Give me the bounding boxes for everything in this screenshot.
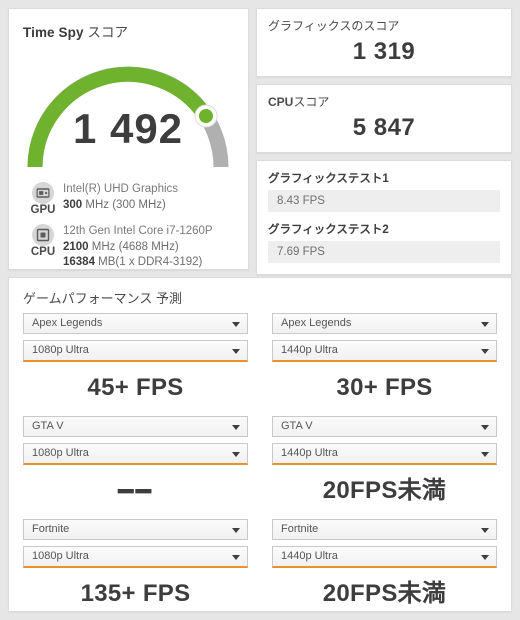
top-summary-area: Time Spy スコア 1 492 GPU Intel(R) UHD Grap…: [8, 8, 512, 275]
preset-select-5-value: 1440p Ultra: [281, 550, 338, 562]
game-cell-2: GTA V 1080p Ultra ━━: [23, 416, 248, 519]
cpu-clock-value: 2100: [63, 240, 89, 253]
game-select-4-value: Fortnite: [32, 523, 70, 535]
gpu-icon: [32, 182, 54, 204]
chevron-down-icon: [232, 424, 240, 430]
cpu-clock-rest: MHz (4688 MHz): [88, 240, 179, 253]
score-gauge: 1 492: [21, 47, 235, 175]
game-cell-5: Fortnite 1440p Ultra 20FPS未満: [272, 519, 497, 620]
chevron-down-icon: [232, 451, 240, 457]
gpu-label: GPU: [30, 204, 56, 216]
game-select-1-value: Apex Legends: [281, 317, 352, 329]
memory-info: 16384 MB(1 x DDR4-3192): [63, 255, 213, 271]
game-select-0-value: Apex Legends: [32, 317, 103, 329]
graphics-score-value: 1 319: [352, 38, 416, 65]
preset-select-0-value: 1080p Ultra: [32, 344, 89, 356]
cpu-spec-text: 12th Gen Intel Core i7-1260P 2100 MHz (4…: [63, 223, 213, 271]
preset-select-2-value: 1080p Ultra: [32, 447, 89, 459]
fps-result-3: 20FPS未満: [322, 477, 447, 504]
gpu-spec-row: GPU Intel(R) UHD Graphics 300 MHz (300 M…: [23, 181, 234, 217]
score-card-title: Time Spy スコア: [23, 21, 234, 41]
preset-select-3[interactable]: 1440p Ultra: [272, 443, 497, 465]
game-select-2-value: GTA V: [32, 420, 64, 432]
total-score-value: 1 492: [72, 105, 184, 152]
game-select-0[interactable]: Apex Legends: [23, 313, 248, 334]
chevron-down-icon: [481, 424, 489, 430]
memory-rest: MB(1 x DDR4-3192): [94, 256, 203, 268]
system-specs: GPU Intel(R) UHD Graphics 300 MHz (300 M…: [23, 181, 234, 271]
preset-select-1-value: 1440p Ultra: [281, 344, 338, 356]
graphics-test-2-label: グラフィックステスト2: [268, 224, 389, 236]
chevron-down-icon: [232, 348, 240, 354]
fps-result-1: 30+ FPS: [336, 374, 433, 401]
score-card-title-bold: Time Spy: [23, 25, 84, 40]
score-breakdown-column: グラフィックスのスコア 1 319 CPUスコア 5 847 グラフィックステス…: [256, 8, 512, 275]
gpu-spec-text: Intel(R) UHD Graphics 300 MHz (300 MHz): [63, 181, 178, 213]
cpu-icon-column: CPU: [23, 223, 63, 259]
graphics-test-1-value: 8.43 FPS: [268, 190, 500, 212]
gpu-clock: 300 MHz (300 MHz): [63, 198, 178, 214]
chevron-down-icon: [481, 451, 489, 457]
cpu-score-title: CPUスコア: [268, 93, 500, 110]
game-performance-grid: Apex Legends 1080p Ultra 45+ FPS Apex Le…: [23, 313, 497, 620]
cpu-clock: 2100 MHz (4688 MHz): [63, 240, 213, 256]
preset-select-2[interactable]: 1080p Ultra: [23, 443, 248, 465]
cpu-name: 12th Gen Intel Core i7-1260P: [63, 225, 213, 237]
chevron-down-icon: [481, 554, 489, 560]
memory-value: 16384: [63, 256, 95, 268]
time-spy-score-card: Time Spy スコア 1 492 GPU Intel(R) UHD Grap…: [8, 8, 249, 270]
cpu-score-title-rest: スコア: [293, 95, 330, 109]
fps-result-5: 20FPS未満: [322, 580, 447, 607]
game-cell-0: Apex Legends 1080p Ultra 45+ FPS: [23, 313, 248, 416]
preset-select-0[interactable]: 1080p Ultra: [23, 340, 248, 362]
game-cell-3: GTA V 1440p Ultra 20FPS未満: [272, 416, 497, 519]
fps-result-4: 135+ FPS: [80, 580, 191, 607]
gpu-clock-rest: MHz (300 MHz): [82, 198, 166, 211]
preset-select-4[interactable]: 1080p Ultra: [23, 546, 248, 568]
score-card-title-suffix: スコア: [83, 25, 129, 40]
game-select-3[interactable]: GTA V: [272, 416, 497, 437]
graphics-score-card: グラフィックスのスコア 1 319: [256, 8, 512, 77]
graphics-score-title: グラフィックスのスコア: [268, 19, 400, 33]
gpu-clock-value: 300: [63, 198, 83, 211]
cpu-spec-row: CPU 12th Gen Intel Core i7-1260P 2100 MH…: [23, 223, 234, 271]
game-performance-title: ゲームパフォーマンス 予測: [23, 291, 182, 306]
gpu-icon-column: GPU: [23, 181, 63, 217]
graphics-tests-card: グラフィックステスト1 8.43 FPS グラフィックステスト2 7.69 FP…: [256, 160, 512, 275]
game-performance-card: ゲームパフォーマンス 予測 Apex Legends 1080p Ultra 4…: [8, 277, 512, 612]
game-select-3-value: GTA V: [281, 420, 313, 432]
preset-select-4-value: 1080p Ultra: [32, 550, 89, 562]
game-select-4[interactable]: Fortnite: [23, 519, 248, 540]
game-cell-4: Fortnite 1080p Ultra 135+ FPS: [23, 519, 248, 620]
cpu-icon: [32, 224, 54, 246]
game-select-5-value: Fortnite: [281, 523, 319, 535]
preset-select-5[interactable]: 1440p Ultra: [272, 546, 497, 568]
cpu-label: CPU: [30, 246, 56, 258]
fps-result-0: 45+ FPS: [87, 374, 184, 401]
chevron-down-icon: [232, 321, 240, 327]
gpu-name: Intel(R) UHD Graphics: [63, 183, 179, 195]
game-select-1[interactable]: Apex Legends: [272, 313, 497, 334]
chevron-down-icon: [481, 527, 489, 533]
cpu-score-value: 5 847: [352, 114, 416, 141]
game-cell-1: Apex Legends 1440p Ultra 30+ FPS: [272, 313, 497, 416]
graphics-test-2-value: 7.69 FPS: [268, 241, 500, 263]
fps-result-2: ━━: [117, 476, 154, 506]
preset-select-1[interactable]: 1440p Ultra: [272, 340, 497, 362]
graphics-test-1-label: グラフィックステスト1: [268, 173, 389, 185]
cpu-score-card: CPUスコア 5 847: [256, 84, 512, 153]
chevron-down-icon: [232, 554, 240, 560]
cpu-score-title-bold: CPU: [268, 95, 294, 109]
game-select-2[interactable]: GTA V: [23, 416, 248, 437]
chevron-down-icon: [481, 348, 489, 354]
benchmark-result-page: Time Spy スコア 1 492 GPU Intel(R) UHD Grap…: [0, 0, 520, 620]
chevron-down-icon: [481, 321, 489, 327]
game-select-5[interactable]: Fortnite: [272, 519, 497, 540]
preset-select-3-value: 1440p Ultra: [281, 447, 338, 459]
chevron-down-icon: [232, 527, 240, 533]
